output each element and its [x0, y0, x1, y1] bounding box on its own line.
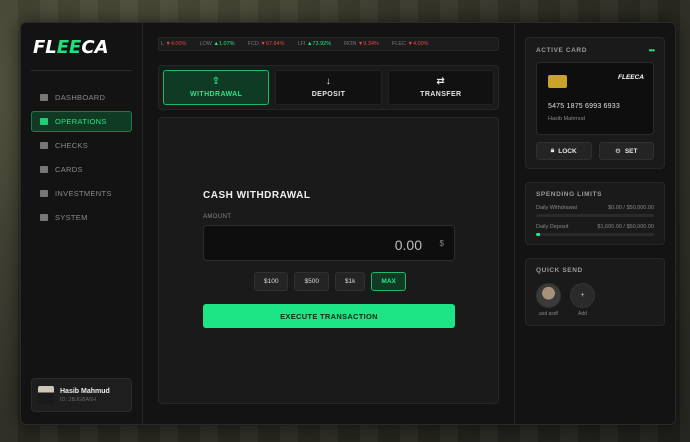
- quick-amount-500-button[interactable]: $500: [294, 272, 329, 291]
- limit-bar-fill: [536, 233, 540, 236]
- currency-symbol: $: [439, 239, 444, 248]
- money-icon: [40, 118, 48, 125]
- section-title: QUICK SEND: [536, 267, 583, 274]
- ticker-item: LOW ▲1.07%: [199, 41, 235, 47]
- quick-amount-max-button[interactable]: MAX: [371, 272, 406, 291]
- sidebar-item-label: CHECKS: [55, 141, 89, 150]
- sidebar-item-investments[interactable]: INVESTMENTS: [31, 183, 132, 204]
- limit-row: Daily Deposit $1,600.00 / $50,000.00: [536, 224, 654, 230]
- stock-ticker: L ▼4.00% LOW ▲1.07% FCD ▼67.84% LFI ▲73.…: [158, 37, 499, 51]
- quick-amounts: $100 $500 $1k MAX: [254, 272, 406, 291]
- sidebar-item-label: DASHBOARD: [55, 93, 106, 102]
- sidebar-item-label: SYSTEM: [55, 213, 88, 222]
- ticker-item: FLEC ▼4.00%: [391, 41, 429, 47]
- tab-withdrawal[interactable]: ⇪ WITHDRAWAL: [163, 70, 270, 105]
- sidebar-item-label: CARDS: [55, 165, 83, 174]
- fleeca-logo: FLEECA: [33, 37, 109, 58]
- ticker-item: LFI ▲73.92%: [297, 41, 332, 47]
- panel-title: CASH WITHDRAWAL: [203, 190, 311, 201]
- limit-label: Daily Deposit: [536, 224, 569, 230]
- sidebar-item-checks[interactable]: CHECKS: [31, 135, 132, 156]
- amount-value: 0.00: [394, 237, 422, 253]
- section-title: ACTIVE CARD: [536, 47, 588, 54]
- button-label: SET: [624, 147, 638, 155]
- ticker-item: FCD ▼67.84%: [247, 41, 285, 47]
- limit-bar: [536, 214, 654, 217]
- divider: [31, 70, 132, 71]
- sidebar-item-system[interactable]: SYSTEM: [31, 207, 132, 228]
- right-panel: ACTIVE CARD ••• FLEECA 5475 1875 6993 69…: [515, 23, 675, 424]
- bank-app-window: FLEECA DASHBOARD OPERATIONS CHECKS CARDS…: [20, 22, 676, 425]
- quick-send-section: QUICK SEND asd asdf + Add: [525, 258, 665, 326]
- more-icon[interactable]: •••: [649, 46, 655, 55]
- sidebar-item-label: INVESTMENTS: [55, 189, 112, 198]
- section-title: SPENDING LIMITS: [536, 191, 603, 198]
- ticker-item: L ▼4.00%: [161, 41, 187, 47]
- card-settings-button[interactable]: ⚙ SET: [598, 142, 654, 160]
- bank-card: FLEECA 5475 1875 6993 6933 Hasib Mahmud: [536, 62, 654, 135]
- checks-icon: [40, 142, 48, 149]
- sliders-icon: [40, 214, 48, 221]
- spending-limits-section: SPENDING LIMITS Daily Withdrawal $0.00 /…: [525, 182, 665, 245]
- limit-bar: [536, 233, 654, 236]
- upload-icon: ⇪: [211, 76, 221, 87]
- tab-deposit[interactable]: ↓ DEPOSIT: [275, 70, 382, 105]
- contact-name: Add: [578, 311, 587, 317]
- chart-icon: [40, 190, 48, 197]
- button-label: LOCK: [558, 147, 577, 155]
- sidebar-item-operations[interactable]: OPERATIONS: [31, 111, 132, 132]
- contact-avatar: [536, 283, 561, 308]
- arrow-down-icon: ↓: [325, 76, 332, 87]
- active-card-section: ACTIVE CARD ••• FLEECA 5475 1875 6993 69…: [525, 37, 665, 169]
- tab-label: DEPOSIT: [311, 91, 346, 98]
- gear-icon: ⚙: [615, 148, 621, 155]
- execute-transaction-button[interactable]: EXECUTE TRANSACTION: [203, 304, 455, 328]
- chip-icon: [548, 75, 567, 88]
- tab-label: WITHDRAWAL: [190, 91, 243, 98]
- user-name: Hasib Mahmud: [60, 387, 110, 395]
- card-brand: FLEECA: [618, 74, 644, 81]
- add-contact-button[interactable]: + Add: [570, 283, 595, 317]
- withdrawal-panel: CASH WITHDRAWAL AMOUNT 0.00 $ $100 $500 …: [158, 117, 499, 404]
- operation-tabs: ⇪ WITHDRAWAL ↓ DEPOSIT ⇄ TRANSFER: [158, 65, 499, 110]
- card-number: 5475 1875 6993 6933: [548, 103, 620, 110]
- sidebar-item-cards[interactable]: CARDS: [31, 159, 132, 180]
- user-id: ID: 2BJG8A6H: [60, 396, 97, 403]
- tab-label: TRANSFER: [420, 91, 462, 98]
- tab-transfer[interactable]: ⇄ TRANSFER: [387, 70, 494, 105]
- quick-amount-100-button[interactable]: $100: [254, 272, 289, 291]
- user-card[interactable]: Hasib Mahmud ID: 2BJG8A6H: [31, 378, 132, 412]
- limit-row: Daily Withdrawal $0.00 / $50,000.00: [536, 205, 654, 211]
- contact-item[interactable]: asd asdf: [536, 283, 561, 317]
- quick-amount-1k-button[interactable]: $1k: [334, 272, 366, 291]
- swap-icon: ⇄: [436, 76, 446, 87]
- avatar: [38, 386, 54, 404]
- amount-input[interactable]: 0.00 $: [203, 225, 455, 261]
- sidebar-item-label: OPERATIONS: [55, 117, 107, 126]
- ticker-item: RON ▼9.34%: [344, 41, 379, 47]
- sidebar: FLEECA DASHBOARD OPERATIONS CHECKS CARDS…: [21, 23, 143, 424]
- plus-icon: +: [570, 283, 595, 308]
- contact-name: asd asdf: [539, 311, 558, 317]
- limit-value: $1,600.00 / $50,000.00: [597, 224, 654, 230]
- limit-label: Daily Withdrawal: [536, 205, 577, 211]
- sidebar-item-dashboard[interactable]: DASHBOARD: [31, 87, 132, 108]
- limit-value: $0.00 / $50,000.00: [608, 205, 654, 211]
- lock-card-button[interactable]: 🔒︎ LOCK: [536, 142, 592, 160]
- layers-icon: [40, 94, 48, 101]
- card-holder: Hasib Mahmud: [548, 116, 585, 122]
- card-icon: [40, 166, 48, 173]
- amount-label: AMOUNT: [203, 214, 232, 220]
- lock-icon: 🔒︎: [550, 147, 555, 154]
- main-content: L ▼4.00% LOW ▲1.07% FCD ▼67.84% LFI ▲73.…: [143, 23, 515, 424]
